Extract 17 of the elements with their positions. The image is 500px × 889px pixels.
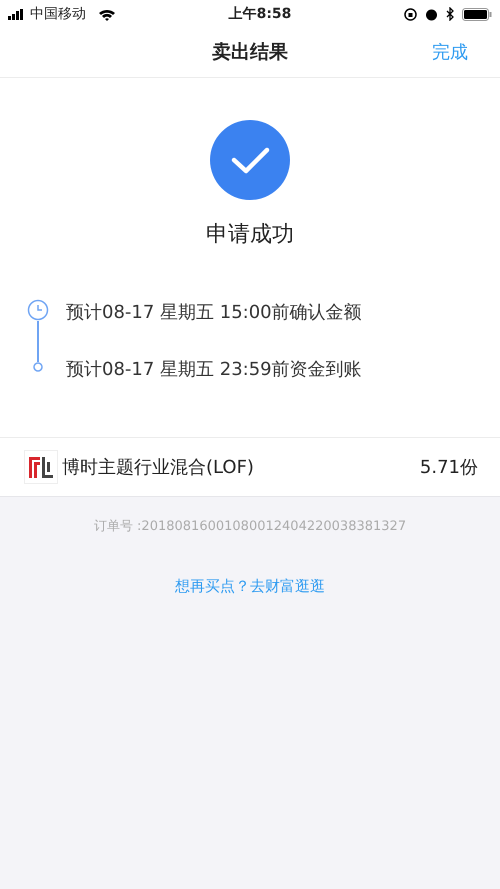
wifi-icon [98, 8, 116, 20]
fund-name: 博时主题行业混合(LOF) [62, 456, 255, 480]
order-number: 订单号 :20180816001080012404220038381327 [94, 518, 406, 536]
browse-link[interactable]: 想再买点？去财富逛逛 [175, 574, 325, 597]
page-title: 卖出结果 [212, 40, 288, 66]
signal-icon [8, 8, 26, 20]
fund-shares: 5.71份 [420, 456, 478, 480]
carrier-name: 中国移动 [30, 4, 86, 24]
success-check-icon [210, 120, 290, 200]
result-message: 申请成功 [206, 221, 294, 249]
battery-icon [462, 8, 492, 20]
fund-logo [24, 450, 58, 484]
status-time: 上午8:58 [228, 4, 292, 24]
timeline-step-text: 预计08-17 星期五 15:00前确认金额 [66, 301, 362, 325]
timeline-step-text: 预计08-17 星期五 23:59前资金到账 [66, 358, 362, 382]
done-link[interactable]: 完成 [432, 39, 468, 66]
bluetooth-icon [446, 7, 454, 21]
